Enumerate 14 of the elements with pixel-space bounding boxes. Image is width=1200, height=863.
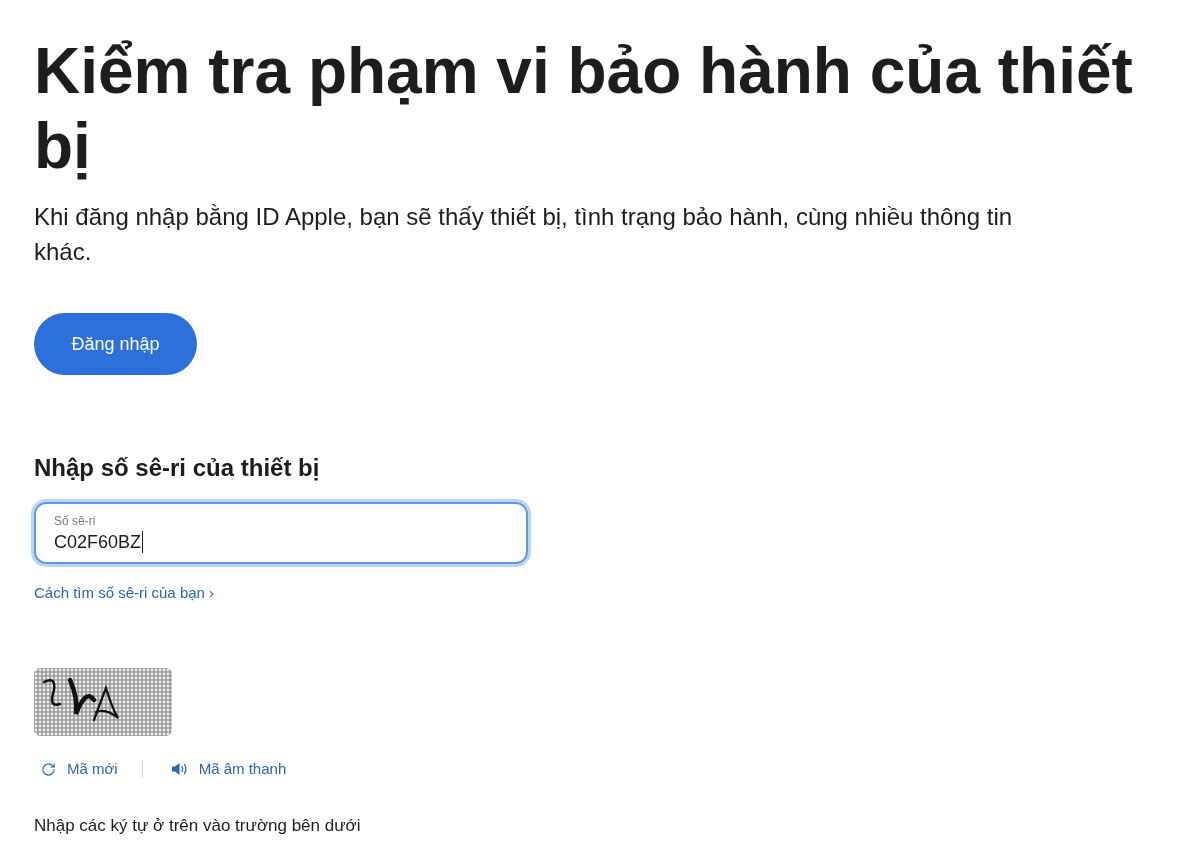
section-title: Nhập số sê-ri của thiết bị [34, 453, 320, 483]
field-label: Số sê-ri [54, 514, 96, 529]
speaker-icon [170, 762, 188, 776]
field-value: C02F60BZ [54, 531, 142, 554]
sign-in-button[interactable]: Đăng nhập [34, 313, 197, 375]
page-title: Kiểm tra phạm vi bảo hành của thiết bị [34, 34, 1134, 184]
instruction-text: Nhập các ký tự ở trên vào trường bên dưới [34, 815, 361, 837]
help-link[interactable]: Cách tìm số sê-ri của bạn › [34, 583, 215, 603]
serial-number-field[interactable]: Số sê-ri C02F60BZ [34, 502, 528, 564]
refresh-icon [41, 761, 56, 777]
intro-text: Khi đăng nhập bằng ID Apple, bạn sẽ thấy thiết bị, tình trạng bảo hành, cùng nhiều thông tin khác. [34, 202, 1014, 267]
text-cursor-icon [142, 531, 144, 553]
audio-link[interactable]: Mã âm thanh [170, 759, 287, 779]
refresh-link[interactable]: Mã mới [41, 759, 118, 779]
